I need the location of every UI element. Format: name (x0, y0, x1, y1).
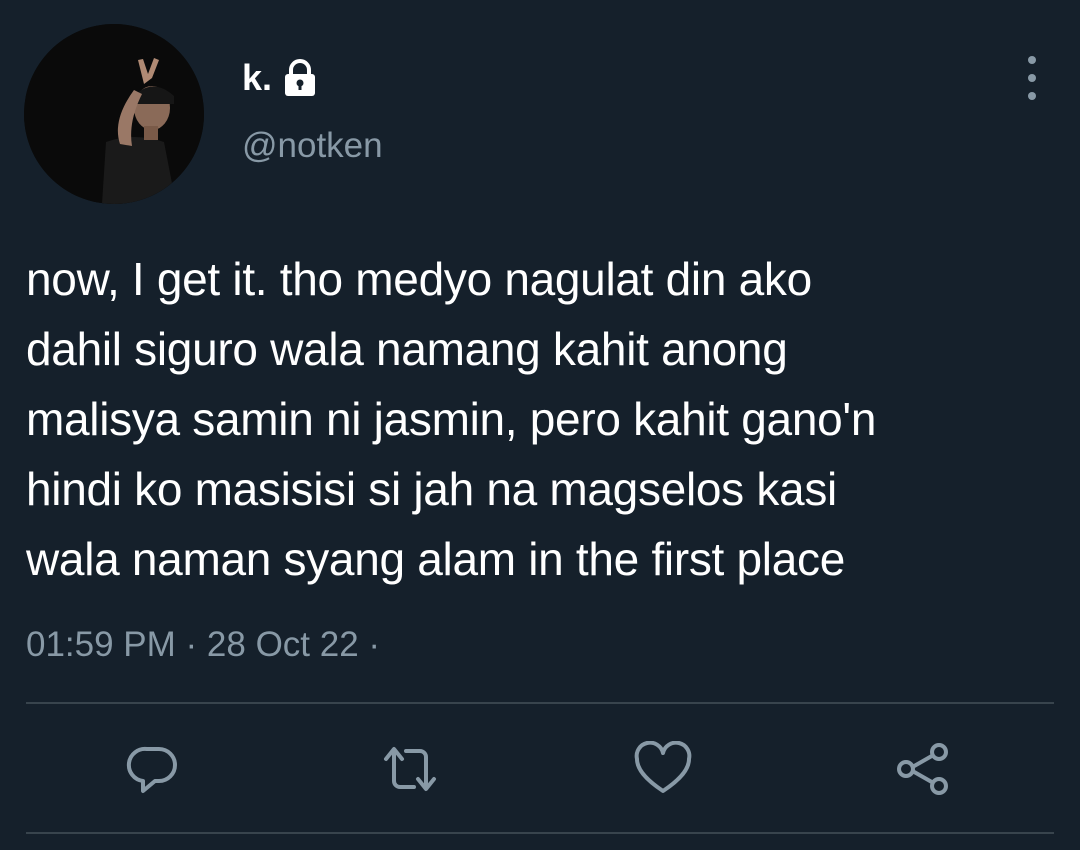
heart-icon (634, 741, 692, 793)
handle[interactable]: @notken (242, 124, 383, 168)
tweet-text: now, I get it. tho medyo nagulat din ako… (26, 253, 877, 585)
share-icon (897, 743, 948, 795)
author-row: k. (242, 56, 318, 100)
like-button[interactable] (631, 738, 695, 800)
tweet-timestamp[interactable]: 01:59 PM · 28 Oct 22 · (26, 622, 380, 668)
more-vertical-icon[interactable] (1014, 56, 1050, 100)
action-bar (0, 738, 1080, 800)
display-name[interactable]: k. (242, 56, 272, 100)
divider (26, 702, 1054, 704)
divider (26, 832, 1054, 834)
reply-button[interactable] (121, 738, 185, 800)
lock-icon (282, 58, 318, 98)
retweet-icon (384, 747, 436, 791)
tweet: k. @notken now, I get it. tho medyo nagu… (0, 0, 1080, 850)
dot (1028, 56, 1036, 64)
share-button[interactable] (891, 738, 955, 800)
dot (1028, 92, 1036, 100)
retweet-button[interactable] (378, 738, 442, 800)
reply-icon (126, 746, 177, 793)
avatar-image (24, 24, 204, 204)
dot (1028, 74, 1036, 82)
avatar[interactable] (24, 24, 204, 204)
